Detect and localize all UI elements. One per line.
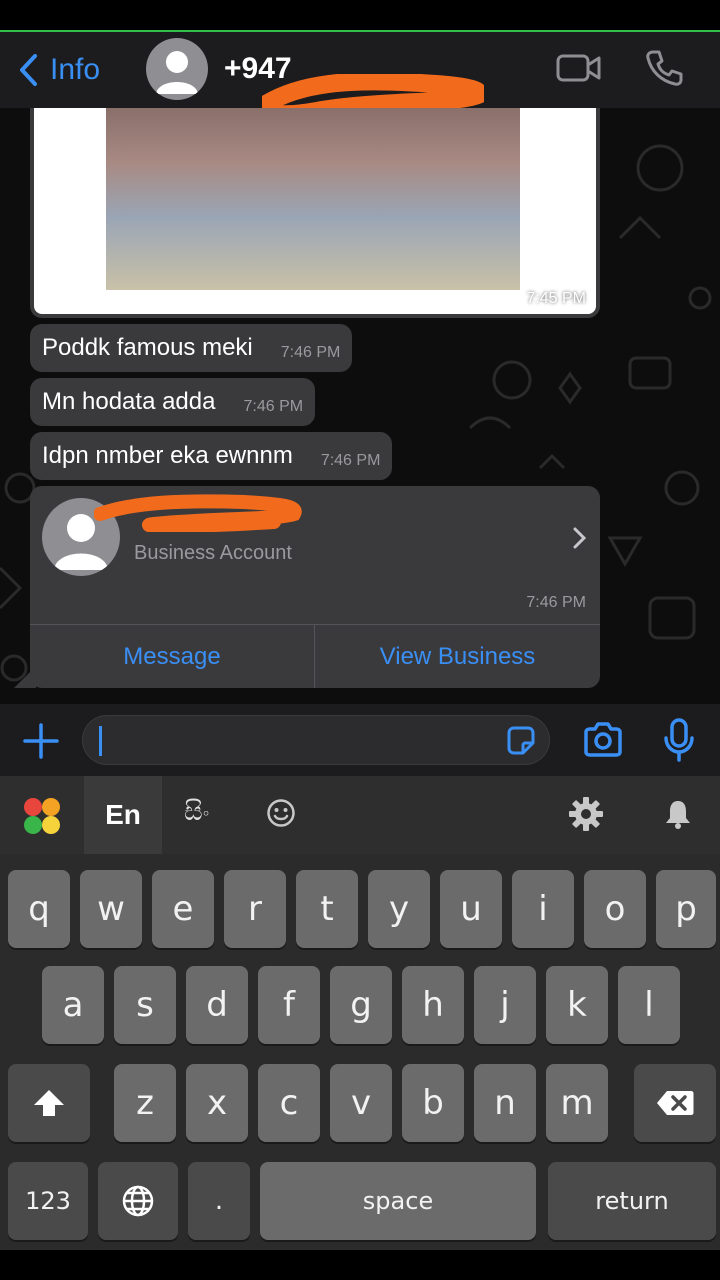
key-j[interactable]: j <box>474 966 536 1044</box>
back-button[interactable]: Info <box>18 48 100 92</box>
shift-icon <box>34 1090 64 1116</box>
shift-key[interactable] <box>8 1064 90 1142</box>
globe-key[interactable] <box>98 1162 178 1240</box>
message-input[interactable] <box>82 715 550 765</box>
key-k[interactable]: k <box>546 966 608 1044</box>
message-button[interactable]: Message <box>30 625 314 688</box>
text-caret <box>99 726 102 756</box>
backspace-key[interactable] <box>634 1064 716 1142</box>
contact-avatar[interactable] <box>146 38 208 100</box>
chevron-right-icon[interactable] <box>572 526 588 550</box>
message-time: 7:46 PM <box>526 594 586 611</box>
message-text: Idpn nmber eka ewnnm <box>42 442 293 469</box>
key-w[interactable]: w <box>80 870 142 948</box>
message-time: 7:45 PM <box>526 290 586 307</box>
key-h[interactable]: h <box>402 966 464 1044</box>
keyboard-logo-icon[interactable] <box>22 796 62 836</box>
space-key[interactable]: space <box>260 1162 536 1240</box>
globe-icon <box>122 1185 154 1217</box>
key-o[interactable]: o <box>584 870 646 948</box>
language-english-tab[interactable]: En <box>84 776 162 854</box>
camera-icon[interactable] <box>582 722 624 758</box>
emoji-icon[interactable] <box>266 798 296 828</box>
back-label: Info <box>50 53 101 86</box>
key-c[interactable]: c <box>258 1064 320 1142</box>
key-g[interactable]: g <box>330 966 392 1044</box>
key-y[interactable]: y <box>368 870 430 948</box>
message-photo <box>106 108 520 290</box>
avatar-placeholder-icon <box>156 51 198 94</box>
video-call-icon[interactable] <box>556 52 602 84</box>
keyboard: En සිං q w e r t y u i o p a s d f g h j… <box>0 776 720 1280</box>
message-text: Poddk famous meki <box>42 334 253 361</box>
message-input-bar <box>0 704 720 776</box>
phone-call-icon[interactable] <box>644 48 684 88</box>
numbers-key[interactable]: 123 <box>8 1162 88 1240</box>
sticker-icon[interactable] <box>505 725 537 757</box>
back-chevron-icon <box>20 54 37 86</box>
return-key[interactable]: return <box>548 1162 716 1240</box>
key-l[interactable]: l <box>618 966 680 1044</box>
key-i[interactable]: i <box>512 870 574 948</box>
keyboard-toolbar: En සිං <box>0 776 720 854</box>
key-d[interactable]: d <box>186 966 248 1044</box>
text-message[interactable]: Mn hodata adda 7:46 PM <box>30 378 316 426</box>
chat-area[interactable]: 7:45 PM Poddk famous meki 7:46 PM Mn hod… <box>0 108 720 704</box>
redaction-scribble <box>94 494 302 532</box>
business-account-label: Business Account <box>134 542 292 564</box>
message-time: 7:46 PM <box>243 398 304 415</box>
message-time: 7:46 PM <box>280 344 341 361</box>
contact-card-message[interactable]: Business Account 7:46 PM Message View Bu… <box>30 486 600 688</box>
period-key[interactable]: . <box>188 1162 250 1240</box>
backspace-icon <box>657 1091 694 1115</box>
key-r[interactable]: r <box>224 870 286 948</box>
key-s[interactable]: s <box>114 966 176 1044</box>
message-time: 7:46 PM <box>320 452 381 469</box>
key-m[interactable]: m <box>546 1064 608 1142</box>
view-business-button[interactable]: View Business <box>315 625 600 688</box>
key-q[interactable]: q <box>8 870 70 948</box>
key-f[interactable]: f <box>258 966 320 1044</box>
microphone-icon[interactable] <box>662 718 696 762</box>
key-t[interactable]: t <box>296 870 358 948</box>
image-message[interactable]: 7:45 PM <box>30 108 600 318</box>
key-u[interactable]: u <box>440 870 502 948</box>
whatsapp-chat-screen: Info +947 7:45 PM Poddk famous meki 7:46… <box>0 0 720 1280</box>
key-p[interactable]: p <box>656 870 716 948</box>
key-e[interactable]: e <box>152 870 214 948</box>
home-indicator-area <box>0 1250 720 1280</box>
chat-header: Info +947 <box>0 32 720 120</box>
language-sinhala-tab[interactable]: සිං <box>184 796 209 828</box>
text-message[interactable]: Idpn nmber eka ewnnm 7:46 PM <box>30 432 393 480</box>
key-z[interactable]: z <box>114 1064 176 1142</box>
key-a[interactable]: a <box>42 966 104 1044</box>
bell-icon[interactable] <box>662 798 694 830</box>
gear-icon[interactable] <box>568 796 604 832</box>
key-n[interactable]: n <box>474 1064 536 1142</box>
key-x[interactable]: x <box>186 1064 248 1142</box>
message-text: Mn hodata adda <box>42 388 216 415</box>
key-b[interactable]: b <box>402 1064 464 1142</box>
key-v[interactable]: v <box>330 1064 392 1142</box>
text-message[interactable]: Poddk famous meki 7:46 PM <box>30 324 353 372</box>
plus-icon[interactable] <box>22 722 60 760</box>
